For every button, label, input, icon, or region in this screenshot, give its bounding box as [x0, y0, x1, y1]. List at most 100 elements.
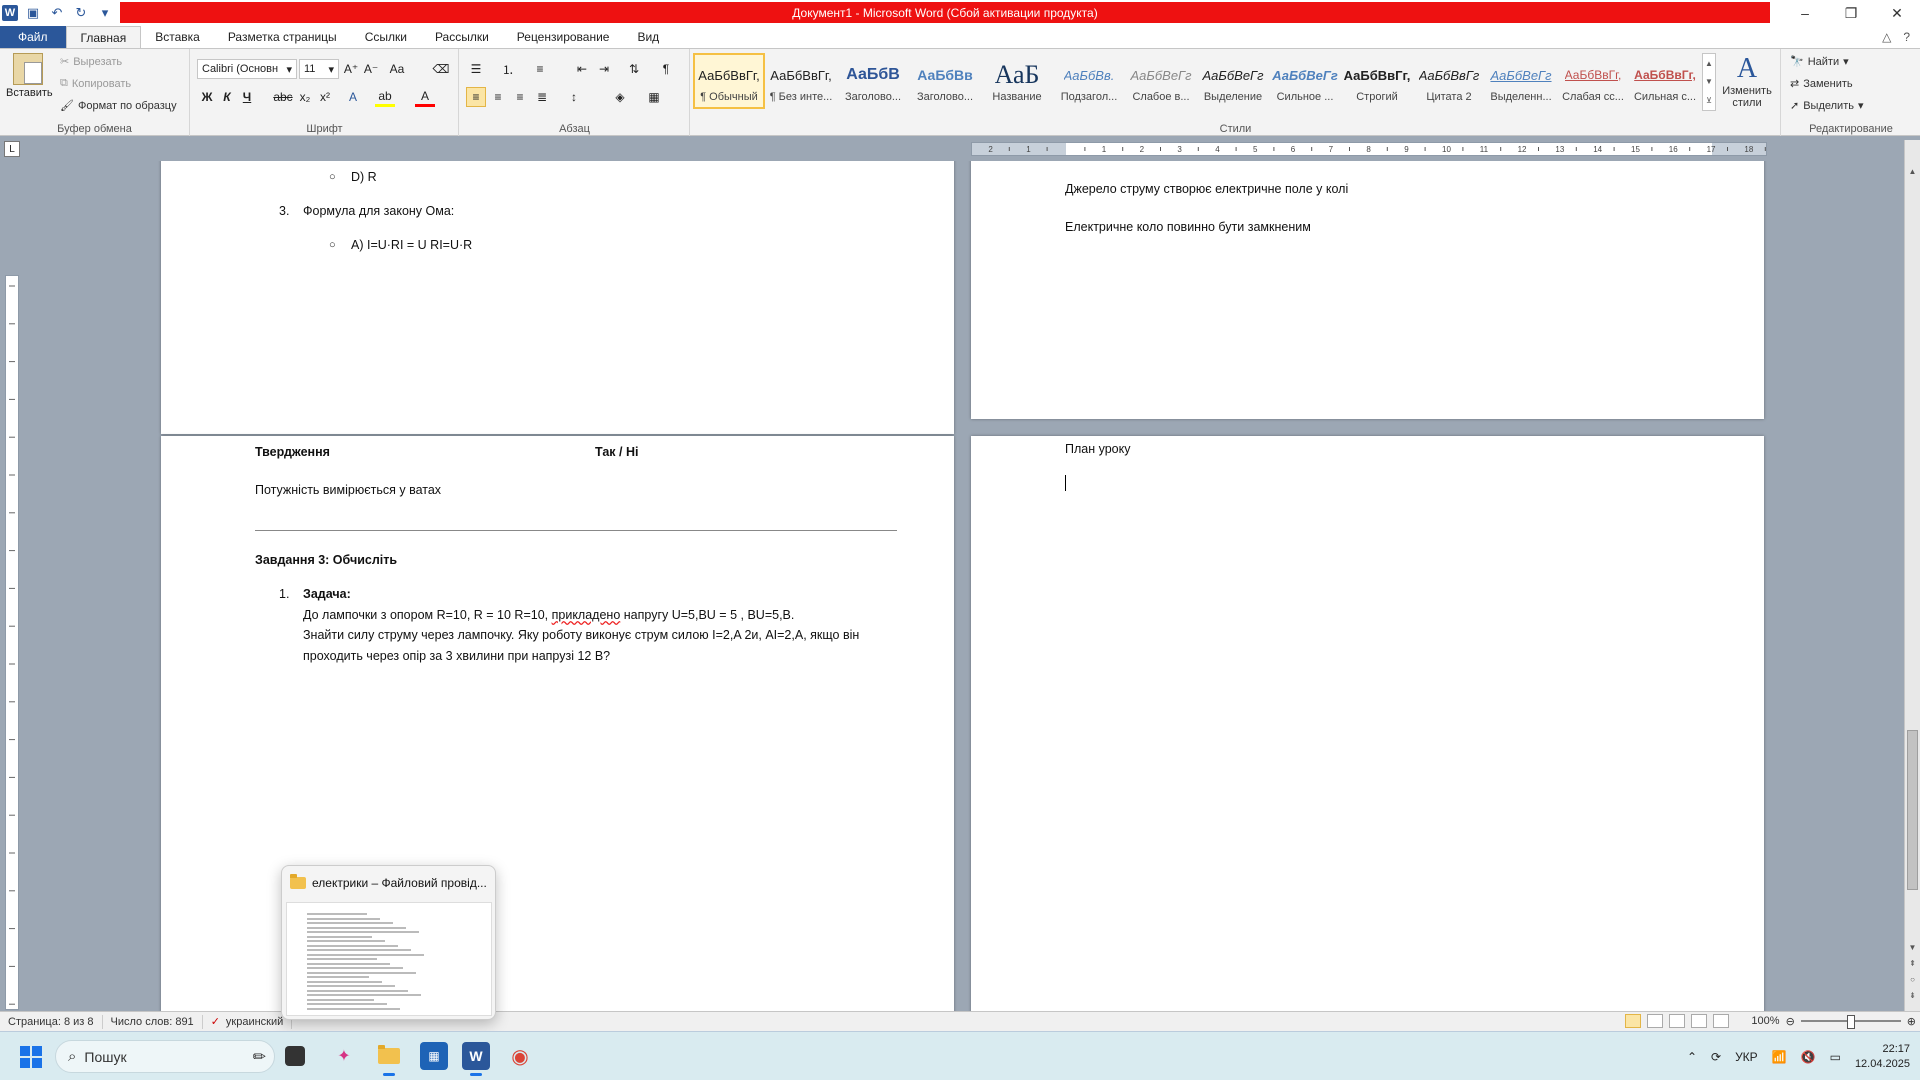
copy-button[interactable]: ⧉ Копировать — [60, 77, 131, 90]
tab-mailings[interactable]: Рассылки — [421, 26, 503, 48]
windows-start-icon[interactable] — [20, 1046, 42, 1068]
select-button[interactable]: ➚ Выделить ▾ — [1790, 99, 1864, 113]
help-icon[interactable]: ? — [1903, 30, 1910, 44]
zoom-slider[interactable] — [1800, 1015, 1901, 1029]
bullets-icon[interactable]: ☰ — [466, 59, 486, 79]
file-explorer-icon[interactable] — [375, 1042, 403, 1076]
show-hidden-icons-icon[interactable]: ⌃ — [1687, 1050, 1697, 1064]
battery-icon[interactable]: ▭ — [1830, 1050, 1841, 1064]
text-effects-icon[interactable]: A — [343, 87, 363, 107]
web-layout-view-icon[interactable] — [1669, 1014, 1686, 1028]
style-intense-quote[interactable]: АаБбВеГг Выделенн... — [1485, 53, 1557, 109]
increase-indent-icon[interactable]: ⇥ — [594, 59, 614, 79]
bold-icon[interactable]: Ж — [197, 87, 217, 107]
align-right-icon[interactable]: ≡ — [510, 87, 530, 107]
scroll-up-icon[interactable]: ▲ — [1905, 164, 1920, 178]
tab-references[interactable]: Ссылки — [351, 26, 421, 48]
system-clock[interactable]: 22:17 12.04.2025 — [1855, 1042, 1910, 1072]
decrease-indent-icon[interactable]: ⇤ — [572, 59, 592, 79]
style-intense-reference[interactable]: АаБбВвГг, Сильная с... — [1629, 53, 1701, 109]
restore-button[interactable]: ❐ — [1828, 0, 1874, 26]
page-left-upper[interactable]: ○ D) R 3. Формула для закону Ома: ○ A) I… — [161, 161, 954, 434]
word-taskbar-icon[interactable]: W — [462, 1042, 490, 1076]
style-subtle-reference[interactable]: АаБбВвГг, Слабая сс... — [1557, 53, 1629, 109]
sync-icon[interactable]: ⟳ — [1711, 1050, 1721, 1064]
styles-gallery-scroll[interactable]: ▲ ▼ ⊻ — [1702, 53, 1716, 111]
vertical-scrollbar[interactable]: ▲ ▼ ⇞ ○ ⇟ — [1904, 140, 1920, 1011]
underline-icon[interactable]: Ч — [237, 87, 257, 107]
tab-insert[interactable]: Вставка — [141, 26, 214, 48]
customize-qat-icon[interactable]: ▾ — [96, 4, 114, 22]
full-screen-view-icon[interactable] — [1647, 1014, 1664, 1028]
taskbar-search[interactable]: ⌕ Пошук ✏ — [55, 1040, 275, 1073]
horizontal-ruler[interactable]: 2 1 1 2 3 4 5 6 7 8 9 10 11 12 13 14 15 16 17 18 — [971, 142, 1767, 156]
page-right-lower[interactable]: План уроку — [971, 436, 1764, 1011]
font-size-combo[interactable]: 11 ▾ — [299, 59, 339, 79]
clear-format-icon[interactable]: ⌫ — [431, 59, 451, 79]
style-strong[interactable]: АаБбВвГг, Строгий — [1341, 53, 1413, 109]
replace-button[interactable]: ⇄ Заменить — [1790, 77, 1853, 91]
style-quote-2[interactable]: АаБбВвГг Цитата 2 — [1413, 53, 1485, 109]
browse-object-icon[interactable]: ○ — [1905, 972, 1920, 986]
page-count[interactable]: Страница: 8 из 8 — [0, 1014, 103, 1029]
minimize-ribbon-icon[interactable]: △ — [1882, 30, 1891, 44]
chevron-up-icon[interactable]: ▲ — [1705, 59, 1713, 68]
format-painter-button[interactable]: 🖌 Формат по образцу — [60, 99, 177, 113]
sort-icon[interactable]: ⇅ — [624, 59, 644, 79]
scrollbar-thumb[interactable] — [1907, 730, 1918, 890]
numbering-icon[interactable]: ⒈ — [498, 59, 518, 79]
save-icon[interactable]: ▣ — [24, 4, 42, 22]
superscript-icon[interactable]: x² — [315, 87, 335, 107]
word-logo-icon[interactable]: W — [2, 5, 18, 21]
grow-font-icon[interactable]: A⁺ — [341, 59, 361, 79]
scroll-down-icon[interactable]: ▼ — [1905, 940, 1920, 954]
align-left-icon[interactable]: ≡ — [466, 87, 486, 107]
zoom-level[interactable]: 100% — [1751, 1015, 1779, 1027]
microsoft-store-icon[interactable]: ▦ — [420, 1042, 448, 1070]
style-title[interactable]: АаБ Название — [981, 53, 1053, 109]
style-subtitle[interactable]: АаБбВв. Подзагол... — [1053, 53, 1125, 109]
draft-view-icon[interactable] — [1713, 1014, 1730, 1028]
highlight-icon[interactable]: ab — [375, 87, 395, 107]
copilot-icon[interactable]: ✦ — [330, 1042, 358, 1070]
tab-home[interactable]: Главная — [65, 26, 142, 48]
page-right-upper[interactable]: Джерело струму створює електричне поле у… — [971, 161, 1764, 419]
cut-button[interactable]: ✂ Вырезать — [60, 55, 122, 69]
tab-file[interactable]: Файл — [0, 26, 66, 48]
tab-view[interactable]: Вид — [623, 26, 673, 48]
style-intense-emphasis[interactable]: АаБбВеГг Сильное ... — [1269, 53, 1341, 109]
font-color-icon[interactable]: A — [415, 87, 435, 107]
style-normal[interactable]: АаБбВвГг, ¶ Обычный — [693, 53, 765, 109]
multilevel-list-icon[interactable]: ≡ — [530, 59, 550, 79]
borders-icon[interactable]: ▦ — [644, 87, 664, 107]
redo-icon[interactable]: ↻ — [72, 4, 90, 22]
chrome-icon[interactable]: ◉ — [506, 1042, 534, 1070]
subscript-icon[interactable]: x₂ — [295, 87, 315, 107]
undo-icon[interactable]: ↶ — [48, 4, 66, 22]
minimize-button[interactable]: – — [1782, 0, 1828, 26]
style-heading-1[interactable]: АаБбВ Заголово... — [837, 53, 909, 109]
wifi-icon[interactable]: 📶 — [1772, 1050, 1787, 1064]
italic-icon[interactable]: К — [217, 87, 237, 107]
taskbar-thumbnail-preview[interactable]: електрики – Файловий провід... — [281, 865, 496, 1020]
change-case-icon[interactable]: Aa — [387, 59, 407, 79]
vertical-ruler[interactable] — [5, 275, 19, 1010]
strikethrough-icon[interactable]: abc — [273, 87, 293, 107]
zoom-in-icon[interactable]: ⊕ — [1907, 1015, 1916, 1028]
previous-page-icon[interactable]: ⇞ — [1905, 956, 1920, 970]
page-left-lower[interactable]: Твердження Так / Ні Потужність вимірюєть… — [161, 436, 954, 1011]
shading-icon[interactable]: ◈ — [610, 87, 630, 107]
style-emphasis[interactable]: АаБбВеГг Выделение — [1197, 53, 1269, 109]
style-heading-2[interactable]: АаБбВв Заголово... — [909, 53, 981, 109]
task-view-icon[interactable] — [285, 1046, 305, 1066]
style-no-spacing[interactable]: АаБбВвГг, ¶ Без инте... — [765, 53, 837, 109]
find-button[interactable]: 🔭 Найти ▾ — [1790, 55, 1849, 69]
align-center-icon[interactable]: ≡ — [488, 87, 508, 107]
close-button[interactable]: ✕ — [1874, 0, 1920, 26]
style-subtle-emphasis[interactable]: АаБбВеГг Слабое в... — [1125, 53, 1197, 109]
chevron-down-icon[interactable]: ▼ — [1705, 77, 1713, 86]
show-formatting-icon[interactable]: ¶ — [656, 59, 676, 79]
change-styles-button[interactable]: A Изменить стили — [1722, 53, 1772, 109]
spelling-error-word[interactable]: прикладено — [552, 608, 621, 622]
next-page-icon[interactable]: ⇟ — [1905, 988, 1920, 1002]
